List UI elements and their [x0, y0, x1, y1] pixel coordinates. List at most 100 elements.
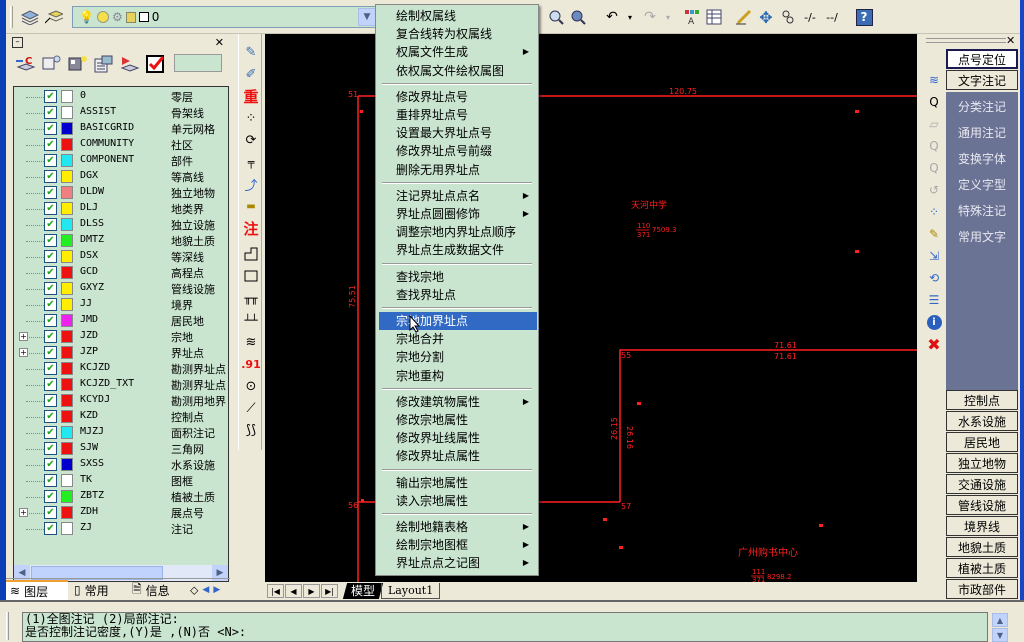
layer-row[interactable]: ✔ JJ 境界 [14, 297, 228, 313]
close-icon[interactable]: ✕ [1006, 34, 1015, 47]
menu-item[interactable]: 修改建筑物属性 ▶ [379, 393, 537, 411]
elevation-icon[interactable]: .91 [241, 354, 261, 374]
undo-dropdown-icon[interactable]: ▾ [620, 7, 640, 27]
layer-list-icon[interactable] [94, 54, 114, 74]
move-icon[interactable]: ✥ [756, 7, 776, 27]
menu-item[interactable]: 界址点生成数据文件 [379, 241, 537, 259]
text-annotation-button[interactable]: 文字注记 [946, 70, 1018, 90]
tab-scroll-right-icon[interactable]: ▶ [213, 585, 220, 595]
layer-row[interactable]: ✔ DLDW 独立地物 [14, 185, 228, 201]
annotation-category-item[interactable]: 通用注记 [948, 124, 1016, 141]
menu-item[interactable]: 修改界址点号 [379, 88, 537, 106]
help-icon[interactable]: ? [854, 7, 874, 27]
layer-combo[interactable]: 💡 ⚙ 0 ▼ [72, 6, 378, 28]
match-properties-icon[interactable] [734, 7, 754, 27]
layer-visible-checkbox[interactable]: ✔ [44, 522, 57, 535]
coordinate-icon[interactable]: ⤴ [241, 174, 261, 194]
next-sheet-button[interactable]: ▶ [303, 584, 320, 598]
command-history[interactable]: (1)全图注记 (2)局部注记: 是否控制注记密度,(Y)是 ,(N)否 <N>… [22, 612, 988, 642]
last-sheet-button[interactable]: ▶| [321, 584, 338, 598]
ruler-icon[interactable]: ▬ [241, 196, 261, 216]
layer-visible-checkbox[interactable]: ✔ [44, 378, 57, 391]
tab-model[interactable]: 模型 [342, 583, 384, 599]
layer-row[interactable]: ✔ DMTZ 地貌土质 [14, 233, 228, 249]
layer-color-swatch[interactable] [61, 154, 73, 167]
rectangle-icon[interactable] [241, 266, 261, 286]
layer-visible-checkbox[interactable]: ✔ [44, 90, 57, 103]
toolbar-grip[interactable] [10, 6, 13, 28]
layer-row[interactable]: ✔ BASICGRID 单元网格 [14, 121, 228, 137]
redo-icon[interactable]: ↷ [640, 7, 660, 27]
layer-tree[interactable]: ✔ 0 零层 ✔ ASSIST 骨架线 ✔ BASICGRID 单元网格 ✔ COMMUNITY 社区… [13, 86, 229, 582]
close-icon[interactable]: ✕ [215, 36, 224, 49]
layer-visible-checkbox[interactable]: ✔ [44, 314, 57, 327]
layer-visible-checkbox[interactable]: ✔ [44, 170, 57, 183]
layer-color-swatch[interactable] [61, 282, 73, 295]
tab-more[interactable]: ⬦ ◀ ▶ [186, 580, 230, 600]
layer-color-swatch[interactable] [61, 330, 73, 343]
layer-color-swatch[interactable] [61, 298, 73, 311]
point-locate-button[interactable]: 点号定位 [946, 49, 1018, 69]
menu-item[interactable]: 界址点点之记图 ▶ [379, 554, 537, 572]
layer-row[interactable]: ✔ JMD 居民地 [14, 313, 228, 329]
layer-color-swatch[interactable] [61, 506, 73, 519]
layer-color-swatch[interactable] [61, 522, 73, 535]
tab-info[interactable]: 🗎 信息 [128, 580, 184, 600]
tag-pencil-icon[interactable]: ✐ [241, 64, 261, 84]
menu-item[interactable]: 界址点圆圈修饰 ▶ [379, 205, 537, 223]
edit-pencil-icon[interactable]: ✎ [924, 224, 944, 244]
symbol-category-button[interactable]: 交通设施 [946, 474, 1018, 494]
layer-row[interactable]: ✔ KCJZD_TXT 勘测界址点 [14, 377, 228, 393]
redraw-icon[interactable]: 重 [241, 86, 261, 106]
symbol-category-button[interactable]: 境界线 [946, 516, 1018, 536]
export-icon[interactable]: ⇲ [924, 246, 944, 266]
layer-row[interactable]: ✔ ZBTZ 植被土质 [14, 489, 228, 505]
menu-item[interactable]: 宗地合并 [379, 330, 537, 348]
trim-icon[interactable]: -/- [800, 7, 820, 27]
drawing-canvas[interactable]: 51 56 55 57 120.75 75.51 71.61 71.61 26.… [265, 34, 917, 582]
tag-edit-icon[interactable]: ✎ [241, 42, 261, 62]
annotation-category-item[interactable]: 特殊注记 [948, 202, 1016, 219]
layer-visible-checkbox[interactable]: ✔ [44, 234, 57, 247]
polyline-icon[interactable] [241, 244, 261, 264]
checkbox-icon[interactable] [146, 54, 166, 74]
layer-visible-checkbox[interactable]: ✔ [44, 442, 57, 455]
layer-color-swatch[interactable] [61, 266, 73, 279]
layer-color-swatch[interactable] [61, 106, 73, 119]
layer-color-swatch[interactable] [61, 458, 73, 471]
stairs-icon[interactable]: ≋ [241, 332, 261, 352]
layer-row[interactable]: ✔ MJZJ 面积注记 [14, 425, 228, 441]
menu-item[interactable]: 依权属文件绘权属图 [379, 62, 537, 80]
layer-visible-checkbox[interactable]: ✔ [44, 202, 57, 215]
chevron-down-icon[interactable]: ▼ [358, 8, 376, 26]
layer-visible-checkbox[interactable]: ✔ [44, 506, 57, 519]
menu-item[interactable]: 宗地加界址点 [379, 312, 537, 330]
layer-visible-checkbox[interactable]: ✔ [44, 346, 57, 359]
menu-item[interactable]: 调整宗地内界址点顺序 [379, 223, 537, 241]
panel-grip[interactable] [926, 38, 1006, 43]
layer-row[interactable]: ✔ TK 图框 [14, 473, 228, 489]
prev-sheet-button[interactable]: ◀ [285, 584, 302, 598]
layer-row[interactable]: ✔ SJW 三角网 [14, 441, 228, 457]
menu-item[interactable]: 修改界址线属性 [379, 429, 537, 447]
layer-row[interactable]: ✔ DSX 等深线 [14, 249, 228, 265]
menu-item[interactable]: 权属文件生成 ▶ [379, 43, 537, 61]
layer-row[interactable]: + ✔ ZDH 展点号 [14, 505, 228, 521]
menu-item[interactable]: 删除无用界址点 [379, 161, 537, 179]
layers-icon[interactable] [20, 7, 40, 27]
layer-color-swatch[interactable] [61, 394, 73, 407]
delete-icon[interactable]: ✖ [924, 334, 944, 354]
grid-points-icon[interactable]: ⁘ [241, 108, 261, 128]
layer-visible-checkbox[interactable]: ✔ [44, 250, 57, 263]
symbol-category-button[interactable]: 管线设施 [946, 495, 1018, 515]
properties-icon[interactable]: A [682, 7, 702, 27]
table-icon[interactable] [704, 7, 724, 27]
layer-color-swatch[interactable] [61, 186, 73, 199]
symbol-category-button[interactable]: 居民地 [946, 432, 1018, 452]
menu-item[interactable]: 修改界址点属性 [379, 447, 537, 465]
annotation-category-item[interactable]: 常用文字 [948, 228, 1016, 245]
annotation-category-item[interactable]: 变换字体 [948, 150, 1016, 167]
symbol-category-button[interactable]: 控制点 [946, 390, 1018, 410]
layer-color-swatch[interactable] [61, 442, 73, 455]
tab-scroll-left-icon[interactable]: ◀ [202, 585, 209, 595]
